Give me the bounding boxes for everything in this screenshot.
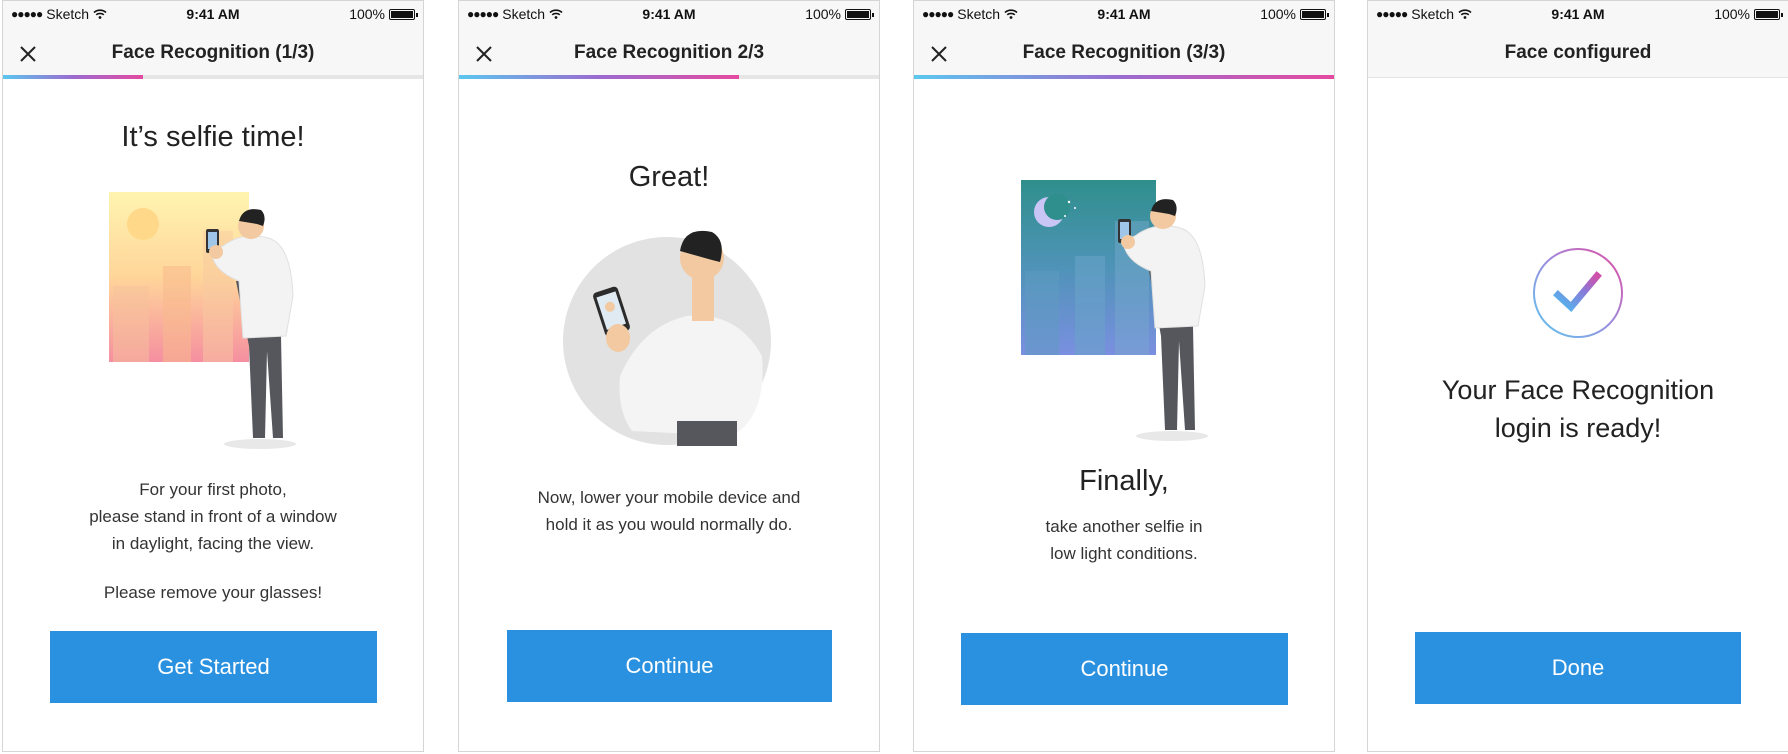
battery-percent: 100% [805, 6, 841, 22]
battery-icon [1300, 8, 1329, 20]
battery-percent: 100% [1714, 6, 1750, 22]
instruction-line: low light conditions. [1050, 544, 1198, 563]
continue-button[interactable]: Continue [961, 633, 1288, 705]
screen-step-1: ●●●●● Sketch 9:41 AM 100% Face Recognitio… [2, 0, 424, 752]
battery-percent: 100% [349, 6, 385, 22]
status-bar: ●●●●● Sketch 9:41 AM 100% [914, 1, 1334, 29]
instructions: For your first photo, please stand in fr… [33, 476, 393, 557]
night-window-illustration [1021, 180, 1208, 441]
status-bar: ●●●●● Sketch 9:41 AM 100% [3, 1, 423, 29]
instruction-line: in daylight, facing the view. [111, 534, 315, 553]
daylight-window-illustration [109, 192, 296, 449]
step-heading: It’s selfie time! [121, 121, 305, 153]
progress-bar [459, 75, 879, 79]
success-line: login is ready! [1494, 413, 1662, 443]
screen-step-3: ●●●●● Sketch 9:41 AM 100% Face Recognitio… [913, 0, 1335, 752]
page-title: Face Recognition (3/3) [1022, 42, 1226, 63]
nav-divider [1368, 77, 1788, 78]
nav-bar: Face Recognition 2/3 [459, 29, 879, 77]
continue-button[interactable]: Continue [507, 630, 832, 702]
success-message: Your Face Recognition login is ready! [1398, 371, 1758, 447]
status-bar: ●●●●● Sketch 9:41 AM 100% [1368, 1, 1788, 29]
page-title: Face Recognition (1/3) [111, 42, 315, 63]
step-heading: Finally, [1079, 465, 1169, 497]
progress-bar [3, 75, 423, 79]
glasses-note: Please remove your glasses! [103, 583, 323, 602]
page-title: Face configured [1504, 42, 1652, 63]
screen-complete: ●●●●● Sketch 9:41 AM 100% Face configured… [1367, 0, 1788, 752]
battery-percent: 100% [1260, 6, 1296, 22]
progress-fill [3, 75, 143, 79]
battery-icon [845, 8, 874, 20]
nav-bar: Face Recognition (3/3) [914, 29, 1334, 77]
instruction-line: please stand in front of a window [89, 507, 337, 526]
step-heading: Great! [628, 161, 710, 193]
instruction-line: Now, lower your mobile device and [537, 488, 801, 507]
get-started-button[interactable]: Get Started [50, 631, 377, 703]
battery-icon [1754, 8, 1783, 20]
instructions: take another selfie in low light conditi… [944, 513, 1304, 567]
progress-bar [914, 75, 1334, 79]
instruction-line: For your first photo, [139, 480, 287, 499]
selfie-circle-illustration [563, 230, 771, 446]
nav-bar: Face configured [1368, 29, 1788, 77]
nav-bar: Face Recognition (1/3) [3, 29, 423, 77]
instruction-line: take another selfie in [1045, 517, 1203, 536]
page-title: Face Recognition 2/3 [573, 42, 765, 63]
battery-icon [389, 8, 418, 20]
status-bar: ●●●●● Sketch 9:41 AM 100% [459, 1, 879, 29]
screen-step-2: ●●●●● Sketch 9:41 AM 100% Face Recognitio… [458, 0, 880, 752]
checkmark-icon [1533, 248, 1623, 338]
success-line: Your Face Recognition [1441, 375, 1715, 405]
progress-fill [459, 75, 740, 79]
done-button[interactable]: Done [1415, 632, 1741, 704]
instructions: Now, lower your mobile device and hold i… [489, 484, 849, 538]
progress-fill [914, 75, 1334, 79]
instruction-line: hold it as you would normally do. [545, 515, 793, 534]
